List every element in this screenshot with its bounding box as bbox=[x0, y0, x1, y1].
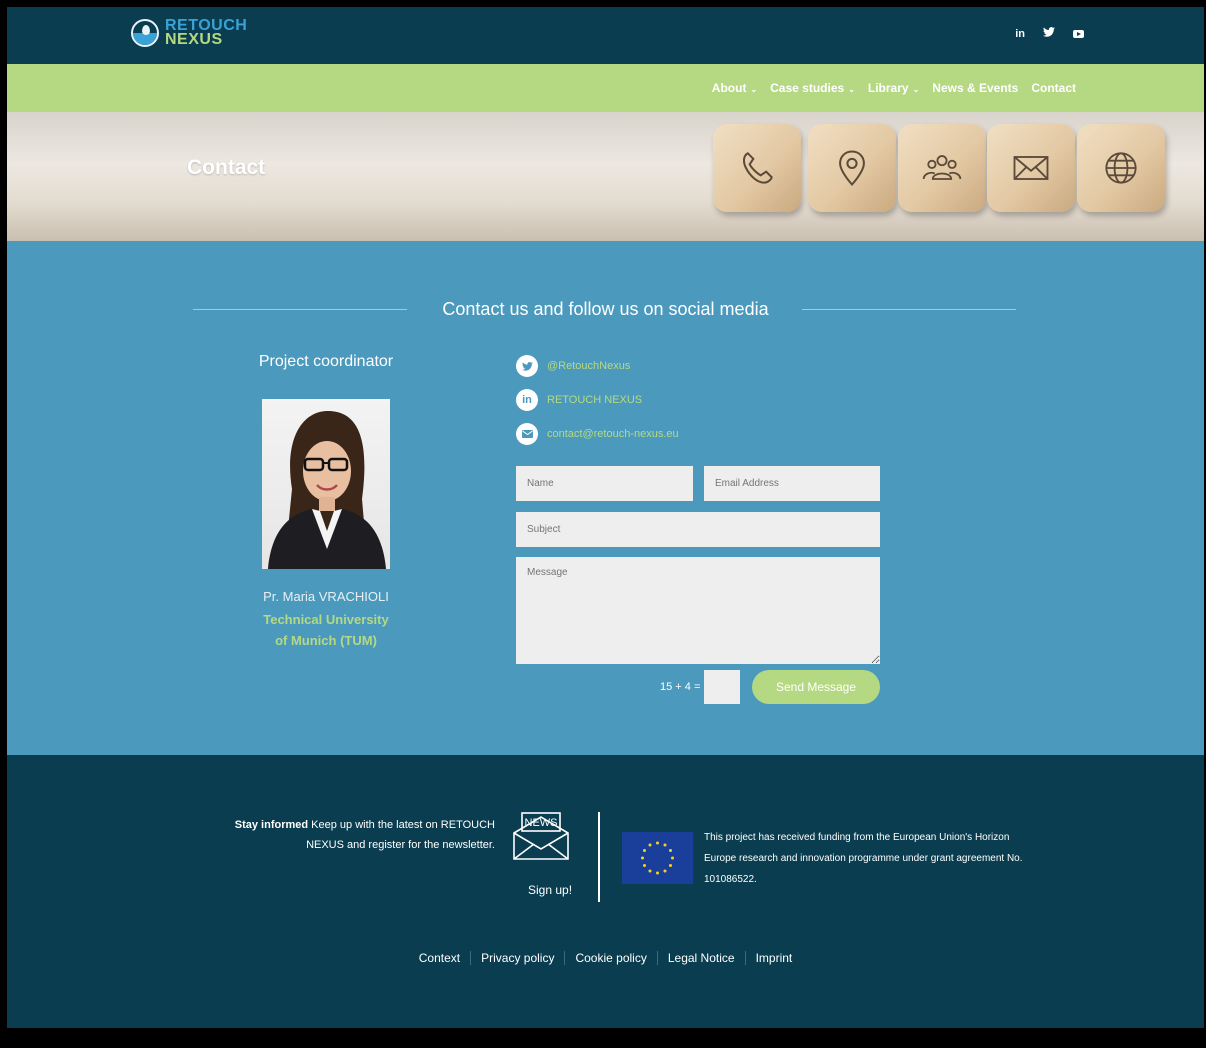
email-icon bbox=[516, 423, 538, 445]
coordinator-card: Project coordinator Pr. Maria VRACHIOLI … bbox=[247, 351, 405, 648]
send-message-button[interactable]: Send Message bbox=[752, 670, 880, 704]
coordinator-name: Pr. Maria VRACHIOLI bbox=[263, 589, 389, 604]
people-icon bbox=[898, 124, 986, 212]
footer-link-cookie[interactable]: Cookie policy bbox=[564, 951, 656, 965]
linkedin-link[interactable]: in RETOUCH NEXUS bbox=[516, 383, 679, 417]
eu-funding-text: This project has received funding from t… bbox=[704, 832, 1023, 885]
site-logo[interactable]: RETOUCH NEXUS bbox=[131, 18, 247, 48]
linkedin-icon: in bbox=[516, 389, 538, 411]
email-field[interactable] bbox=[704, 466, 880, 501]
heading-divider-right bbox=[802, 309, 1016, 310]
section-heading: Contact us and follow us on social media bbox=[442, 299, 769, 319]
coordinator-organization: Technical University of Munich (TUM) bbox=[263, 612, 389, 648]
linkedin-text[interactable]: RETOUCH NEXUS bbox=[547, 394, 642, 406]
coordinator-photo bbox=[262, 399, 390, 569]
hero-banner: Contact bbox=[7, 112, 1204, 241]
contact-section: Contact us and follow us on social media… bbox=[7, 241, 1204, 755]
contact-links: @RetouchNexus in RETOUCH NEXUS contact@r… bbox=[516, 349, 679, 451]
twitter-icon bbox=[516, 355, 538, 377]
top-bar: RETOUCH NEXUS in bbox=[7, 7, 1204, 64]
chevron-down-icon: ⌄ bbox=[912, 85, 920, 94]
nav-item-case-studies[interactable]: Case studies ⌄ bbox=[770, 81, 855, 95]
page-title: Contact bbox=[187, 156, 266, 179]
coordinator-title: Project coordinator bbox=[258, 353, 394, 370]
page: RETOUCH NEXUS in About ⌄ Case studies ⌄ Li… bbox=[7, 7, 1204, 1028]
newsletter-text: Stay informed Keep up with the latest on… bbox=[234, 819, 495, 851]
twitter-icon[interactable] bbox=[1043, 27, 1055, 40]
phone-icon bbox=[713, 124, 801, 212]
logo-text: RETOUCH NEXUS bbox=[165, 18, 247, 48]
youtube-icon[interactable] bbox=[1073, 29, 1084, 38]
location-pin-icon bbox=[808, 124, 896, 212]
subject-field[interactable] bbox=[516, 512, 880, 547]
logo-line2: NEXUS bbox=[165, 31, 223, 48]
eu-flag-icon bbox=[622, 832, 693, 884]
linkedin-icon[interactable]: in bbox=[1015, 28, 1025, 40]
nav-item-news-events[interactable]: News & Events bbox=[932, 81, 1018, 95]
twitter-handle[interactable]: @RetouchNexus bbox=[547, 360, 630, 372]
footer-links: Context Privacy policy Cookie policy Leg… bbox=[7, 951, 1204, 965]
globe-icon bbox=[1077, 124, 1165, 212]
name-field[interactable] bbox=[516, 466, 693, 501]
footer-link-legal[interactable]: Legal Notice bbox=[656, 951, 745, 965]
signup-link[interactable]: Sign up! bbox=[528, 883, 572, 897]
nav-item-library[interactable]: Library ⌄ bbox=[868, 81, 919, 95]
email-address[interactable]: contact@retouch-nexus.eu bbox=[547, 428, 679, 440]
logo-icon bbox=[131, 19, 159, 47]
message-field[interactable] bbox=[516, 557, 880, 664]
nav-item-contact[interactable]: Contact bbox=[1031, 81, 1076, 95]
nav-item-about[interactable]: About ⌄ bbox=[712, 81, 757, 95]
social-links-top: in bbox=[1015, 27, 1084, 40]
twitter-link[interactable]: @RetouchNexus bbox=[516, 349, 679, 383]
email-link[interactable]: contact@retouch-nexus.eu bbox=[516, 417, 679, 451]
footer-link-context[interactable]: Context bbox=[409, 951, 470, 965]
captcha-question: 15 + 4 = bbox=[660, 681, 701, 693]
envelope-icon bbox=[987, 124, 1075, 212]
footer-link-imprint[interactable]: Imprint bbox=[744, 951, 803, 965]
footer-divider bbox=[598, 812, 600, 902]
newsletter-envelope-icon[interactable]: NEWS bbox=[512, 811, 570, 861]
captcha-input[interactable] bbox=[704, 670, 740, 704]
footer: Stay informed Keep up with the latest on… bbox=[7, 755, 1204, 1028]
footer-link-privacy[interactable]: Privacy policy bbox=[470, 951, 564, 965]
chevron-down-icon: ⌄ bbox=[750, 85, 758, 94]
main-nav: About ⌄ Case studies ⌄ Library ⌄ News & Eve… bbox=[7, 64, 1204, 112]
chevron-down-icon: ⌄ bbox=[848, 85, 855, 94]
